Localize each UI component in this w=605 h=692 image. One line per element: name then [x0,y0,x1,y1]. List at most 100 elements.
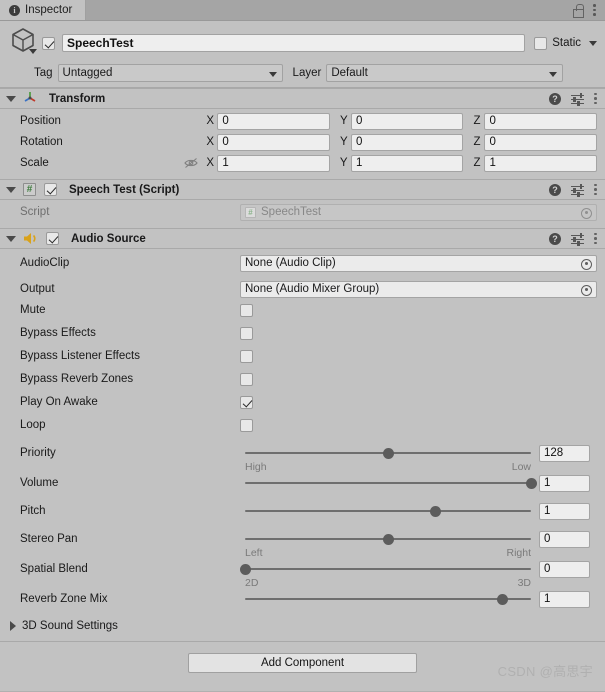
rotation-x-input[interactable]: 0 [217,133,330,151]
scale-y-axis-label: Y [339,157,348,169]
position-y-value: 0 [355,115,363,127]
cube-icon-dropdown-caret[interactable] [29,49,37,54]
rotation-y-value: 0 [355,136,363,148]
stereo-pan-label: Stereo Pan [20,533,78,545]
add-component-button[interactable]: Add Component [188,653,417,673]
static-label: Static [552,37,581,49]
audioclip-value: None (Audio Clip) [245,257,336,269]
scale-z-input[interactable]: 1 [484,154,598,172]
kebab-menu-icon[interactable] [594,232,597,245]
preset-settings-icon[interactable] [571,92,584,106]
object-picker-icon[interactable] [581,284,592,296]
transform-header-icons: ? [549,92,597,106]
gameobject-name-input[interactable]: SpeechTest [62,34,526,52]
audio-source-foldout-icon[interactable] [6,235,16,242]
constrain-proportions-off-icon[interactable] [184,157,199,169]
object-picker-icon [581,207,592,219]
output-object-field[interactable]: None (Audio Mixer Group) [240,280,597,298]
volume-slider-thumb[interactable] [525,478,537,489]
tag-dropdown[interactable]: Untagged [57,64,283,82]
audioclip-object-field[interactable]: None (Audio Clip) [240,254,597,272]
rotation-z-input[interactable]: 0 [484,133,597,151]
transform-header[interactable]: Transform ? [0,88,605,109]
priority-right-cap: Low [511,461,531,473]
audioclip-row: AudioClip None (Audio Clip) [8,254,597,272]
transform-title: Transform [49,92,106,105]
spatial-blend-label: Spatial Blend [20,563,88,575]
speech-test-enabled-checkbox[interactable] [44,183,57,196]
spatial-blend-value: 0 [544,563,551,575]
priority-slider-thumb[interactable] [382,448,394,459]
pitch-value-input[interactable]: 1 [539,502,590,520]
play-on-awake-checkbox[interactable] [240,395,253,409]
stereo-pan-value: 0 [544,533,551,545]
reverb-zone-mix-slider[interactable] [240,590,536,608]
pitch-label: Pitch [20,505,46,517]
help-icon[interactable]: ? [549,92,561,105]
position-z-input[interactable]: 0 [484,112,597,130]
kebab-menu-icon[interactable] [593,4,596,16]
preset-settings-icon[interactable] [571,183,584,197]
speech-test-header[interactable]: # Speech Test (Script) ? [0,179,605,200]
speech-test-foldout-icon[interactable] [6,186,16,193]
play-on-awake-row: Play On Awake [8,393,597,411]
volume-label: Volume [20,477,59,489]
cube-icon[interactable] [8,27,42,59]
lock-icon[interactable] [572,4,584,18]
bypass-reverb-zones-row: Bypass Reverb Zones [8,370,597,388]
volume-value-input[interactable]: 1 [539,474,590,492]
loop-checkbox[interactable] [240,418,253,432]
static-checkbox[interactable] [534,36,548,50]
help-icon[interactable]: ? [549,232,561,245]
volume-slider[interactable] [240,474,537,492]
reverb-zone-mix-slider-thumb[interactable] [496,594,508,605]
preset-settings-icon[interactable] [571,232,584,246]
bypass-effects-checkbox[interactable] [240,326,253,340]
stereo-pan-slider[interactable]: Left Right [240,530,536,559]
priority-slider[interactable]: High Low [240,444,536,473]
help-icon[interactable]: ? [549,183,561,196]
priority-label: Priority [20,447,56,459]
bypass-reverb-zones-checkbox[interactable] [240,372,253,386]
position-x-input[interactable]: 0 [217,112,330,130]
kebab-menu-icon[interactable] [594,92,597,105]
scale-y-input[interactable]: 1 [350,154,464,172]
tab-inspector[interactable]: i Inspector [0,0,87,20]
pitch-slider-thumb[interactable] [430,506,442,517]
reverb-zone-mix-value: 1 [544,593,551,605]
spatial-blend-value-input[interactable]: 0 [539,560,590,578]
scale-x-input[interactable]: 1 [217,154,330,172]
pitch-value: 1 [544,505,551,517]
spatial-blend-right-cap: 3D [517,577,531,589]
audio-source-header[interactable]: Audio Source ? [0,228,605,249]
speech-test-header-icons: ? [549,183,597,197]
static-dropdown-caret[interactable] [589,40,597,46]
spatial-blend-slider[interactable]: 2D 3D [239,560,536,589]
spatial-blend-slider-thumb[interactable] [239,564,251,575]
3d-sound-settings-row[interactable]: 3D Sound Settings [8,617,597,635]
transform-foldout-icon[interactable] [6,95,16,102]
kebab-menu-icon[interactable] [594,183,597,196]
rotation-y-input[interactable]: 0 [350,133,464,151]
object-picker-icon[interactable] [581,258,592,270]
speech-test-title: Speech Test (Script) [69,183,180,196]
3d-sound-settings-foldout-icon[interactable] [10,621,16,631]
info-icon: i [9,4,20,16]
mute-checkbox[interactable] [240,303,253,317]
bypass-listener-effects-checkbox[interactable] [240,349,253,363]
bypass-listener-effects-row: Bypass Listener Effects [8,347,597,365]
layer-value: Default [331,67,368,79]
layer-dropdown[interactable]: Default [326,64,564,82]
gameobject-enabled-checkbox[interactable] [42,36,55,50]
priority-value-input[interactable]: 128 [539,444,590,462]
bypass-reverb-zones-label: Bypass Reverb Zones [20,373,134,385]
bypass-effects-row: Bypass Effects [8,324,597,342]
stereo-pan-value-input[interactable]: 0 [539,530,590,548]
position-y-input[interactable]: 0 [350,112,464,130]
scale-z-axis-label: Z [473,157,481,169]
bypass-effects-label: Bypass Effects [20,327,96,339]
reverb-zone-mix-value-input[interactable]: 1 [539,590,590,608]
pitch-slider[interactable] [240,502,536,520]
stereo-pan-slider-thumb[interactable] [382,534,394,545]
audio-source-enabled-checkbox[interactable] [46,232,59,245]
